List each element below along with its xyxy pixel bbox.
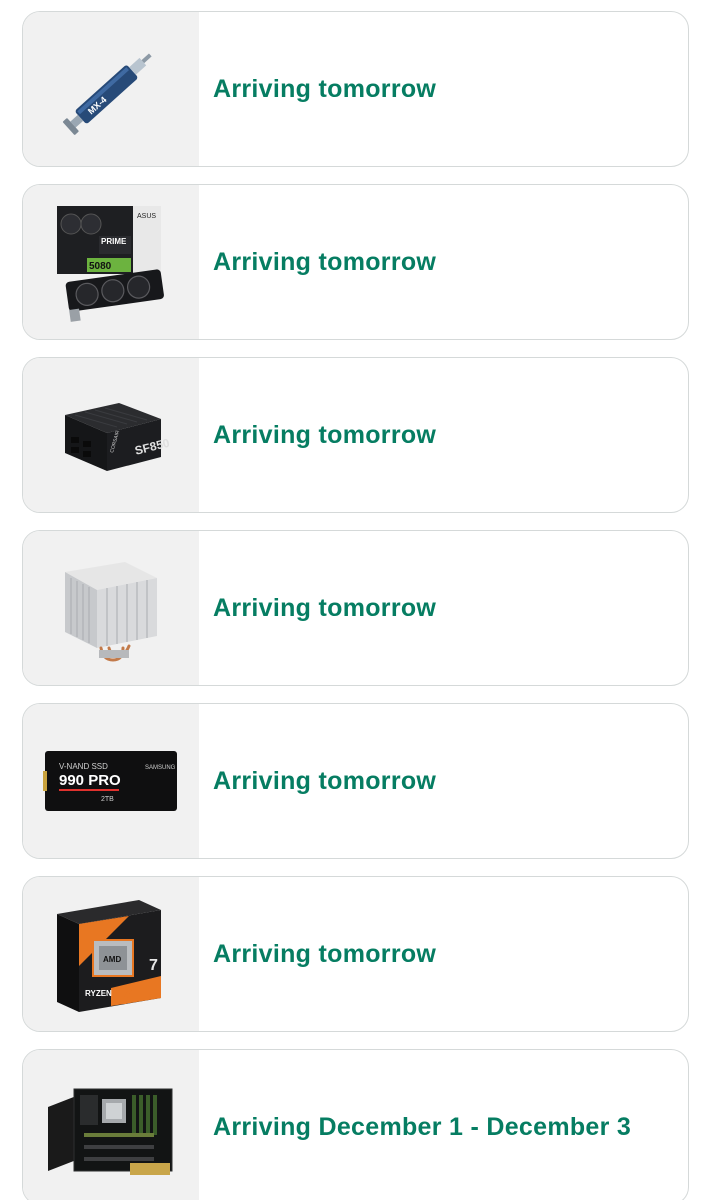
box-title: PRIME [101,237,127,246]
ssd-model: 990 PRO [59,772,121,789]
product-thumbnail[interactable]: ASUS PRIME 5080 [23,185,199,339]
ssd-tagline: V-NAND SSD [59,762,108,771]
delivery-status: Arriving December 1 - December 3 [213,1112,632,1141]
order-card-nvme-ssd[interactable]: V-NAND SSD 990 PRO 2TB SAMSUNG Arriving … [22,703,689,859]
product-thumbnail[interactable] [23,1050,199,1200]
cpu-tier-front: 7 [119,980,133,1010]
cpu-family: RYZEN [85,989,112,998]
nvme-ssd-icon: V-NAND SSD 990 PRO 2TB SAMSUNG [43,751,177,811]
model-number: 5080 [89,261,112,272]
product-thumbnail[interactable] [23,531,199,685]
order-card-cpu-cooler[interactable]: Arriving tomorrow [22,530,689,686]
cpu-tier-side: 7 [149,957,158,974]
order-list: MX-4 Arriving tomorrow ASUS PRIME 5080 A… [0,0,711,1200]
delivery-status: Arriving tomorrow [213,939,437,968]
motherboard-icon [48,1088,173,1175]
ssd-brand: SAMSUNG [145,765,176,771]
order-card-power-supply[interactable]: SF850 CORSAIR Arriving tomorrow [22,357,689,513]
brand-label: ASUS [137,213,156,220]
delivery-status: Arriving tomorrow [213,420,437,449]
cpu-cooler-icon [65,562,157,662]
cpu-chip-brand: AMD [103,955,121,964]
delivery-status: Arriving tomorrow [213,766,437,795]
order-card-cpu[interactable]: AMD RYZEN 7 7 Arriving tomorrow [22,876,689,1032]
power-supply-icon: SF850 CORSAIR [65,403,171,471]
ssd-capacity: 2TB [101,796,114,803]
delivery-status: Arriving tomorrow [213,247,437,276]
order-card-graphics-card[interactable]: ASUS PRIME 5080 Arriving tomorrow [22,184,689,340]
order-card-motherboard[interactable]: Arriving December 1 - December 3 [22,1049,689,1200]
product-thumbnail[interactable]: MX-4 [23,12,199,166]
graphics-card-icon: ASUS PRIME 5080 [57,206,164,322]
product-thumbnail[interactable]: V-NAND SSD 990 PRO 2TB SAMSUNG [23,704,199,858]
delivery-status: Arriving tomorrow [213,593,437,622]
thermal-paste-syringe-icon: MX-4 [62,53,152,135]
cpu-box-icon: AMD RYZEN 7 7 [57,900,161,1012]
product-thumbnail[interactable]: SF850 CORSAIR [23,358,199,512]
product-thumbnail[interactable]: AMD RYZEN 7 7 [23,877,199,1031]
delivery-status: Arriving tomorrow [213,74,437,103]
order-card-thermal-paste[interactable]: MX-4 Arriving tomorrow [22,11,689,167]
